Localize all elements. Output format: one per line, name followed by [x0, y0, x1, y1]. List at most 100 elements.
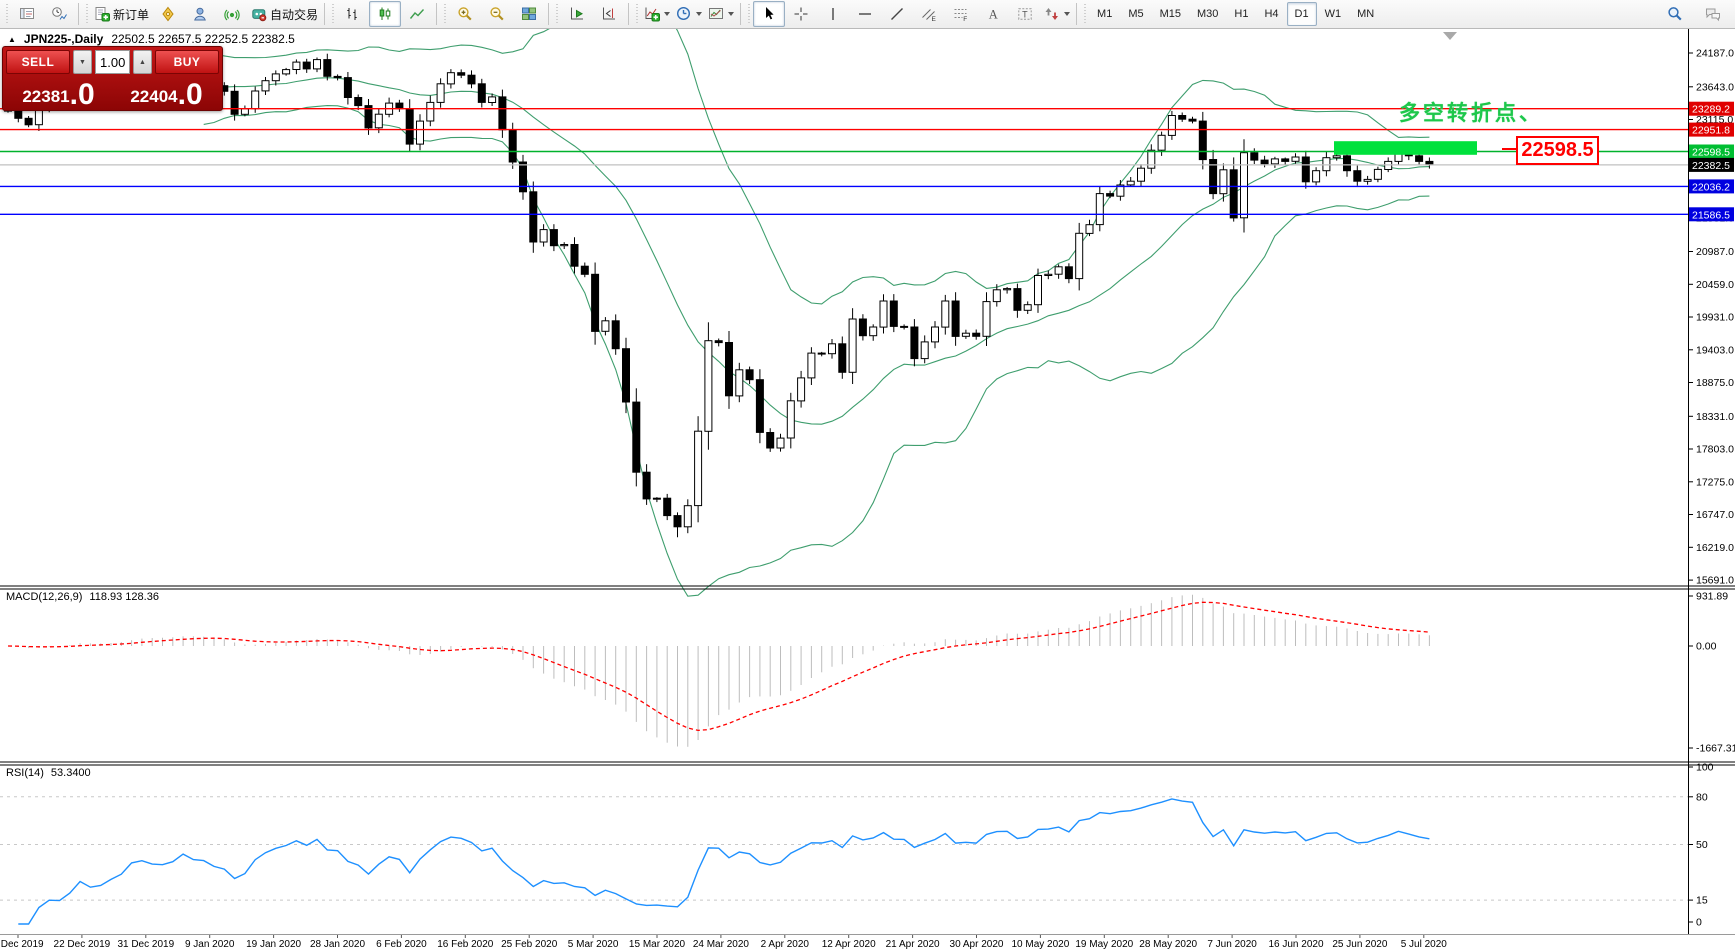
trend-line-button[interactable] — [881, 1, 913, 27]
rsi-pane[interactable] — [0, 797, 1688, 924]
indicators-button[interactable] — [641, 1, 673, 27]
fibonacci-button[interactable]: F — [945, 1, 977, 27]
auto-trading-icon — [251, 6, 267, 22]
toolbar-separator — [436, 3, 437, 25]
cursor-button[interactable] — [753, 1, 785, 27]
svg-text:31 Dec 2019: 31 Dec 2019 — [117, 939, 174, 949]
price-level-box[interactable]: 22598.5 — [1516, 136, 1599, 165]
toolbar-grip — [554, 4, 559, 24]
timeframe-m1-button[interactable]: M1 — [1089, 2, 1120, 26]
macd-pane[interactable] — [8, 595, 1429, 747]
text-label-button[interactable]: T — [1009, 1, 1041, 27]
templates-button[interactable] — [705, 1, 737, 27]
svg-text:20987.0: 20987.0 — [1696, 246, 1734, 258]
auto-scroll-button[interactable] — [561, 1, 593, 27]
market-watch-button[interactable] — [11, 1, 43, 27]
timeframe-m30-button[interactable]: M30 — [1189, 2, 1226, 26]
toolbar-separator — [548, 3, 549, 25]
tile-windows-button[interactable] — [513, 1, 545, 27]
svg-text:E: E — [932, 16, 937, 22]
highlight-rectangle[interactable] — [1334, 141, 1477, 155]
bar-chart-button[interactable] — [337, 1, 369, 27]
macd-indicator-label: MACD(12,26,9) 118.93 128.36 — [6, 591, 159, 603]
compass-button[interactable] — [152, 1, 184, 27]
chart-shift-marker-icon[interactable] — [1443, 32, 1457, 40]
line-chart-button[interactable] — [401, 1, 433, 27]
sell-price-display[interactable]: 22381 .0 — [6, 77, 111, 108]
channel-button[interactable]: E — [913, 1, 945, 27]
price-axis[interactable]: 22587.022059.021531.024187.023643.023115… — [1688, 48, 1735, 929]
volume-input[interactable] — [95, 50, 130, 74]
timeframe-d1-button[interactable]: D1 — [1287, 2, 1317, 26]
buy-price-int: 22404 — [130, 88, 177, 107]
toolbar-separator — [740, 3, 741, 25]
toolbar-grip — [1082, 4, 1087, 24]
terminal-user-button[interactable] — [184, 1, 216, 27]
svg-text:19 Jan 2020: 19 Jan 2020 — [246, 939, 301, 949]
chat-button[interactable] — [1697, 1, 1729, 27]
timeframe-h4-button[interactable]: H4 — [1256, 2, 1286, 26]
svg-text:16 Jun 2020: 16 Jun 2020 — [1268, 939, 1323, 949]
tick-chart-button[interactable] — [43, 1, 75, 27]
signals-button[interactable] — [216, 1, 248, 27]
svg-text:24 Mar 2020: 24 Mar 2020 — [693, 939, 750, 949]
compass-icon — [160, 6, 176, 22]
price-chart[interactable]: 22587.022059.021531.024187.023643.023115… — [0, 0, 1735, 949]
svg-text:15691.0: 15691.0 — [1696, 575, 1734, 587]
vertical-line-button[interactable] — [817, 1, 849, 27]
toolbar-grip — [634, 4, 639, 24]
svg-text:80: 80 — [1696, 791, 1708, 803]
dropdown-caret-icon — [696, 12, 702, 16]
svg-text:23289.2: 23289.2 — [1692, 104, 1730, 116]
buy-price-display[interactable]: 22404 .0 — [114, 77, 219, 108]
sell-button[interactable]: SELL — [6, 50, 70, 74]
periods-button[interactable] — [673, 1, 705, 27]
auto-trading-button[interactable]: 自动交易 — [248, 1, 321, 27]
toolbar-grip — [4, 4, 9, 24]
pivot-point-annotation[interactable]: 多空转折点、 — [1399, 97, 1543, 127]
toolbar-separator — [628, 3, 629, 25]
text-icon: A — [985, 6, 1001, 22]
svg-text:0: 0 — [1696, 917, 1702, 929]
new-order-button[interactable]: 新订单 — [91, 1, 152, 27]
volume-increase-button[interactable]: ▲ — [133, 50, 152, 74]
tile-windows-icon — [521, 6, 537, 22]
collapse-panel-icon[interactable]: ▲ — [8, 35, 16, 44]
svg-text:100: 100 — [1696, 762, 1714, 774]
new-order-label: 新订单 — [113, 6, 149, 23]
bollinger-bands — [204, 0, 1430, 596]
crosshair-button[interactable] — [785, 1, 817, 27]
chart-shift-button[interactable] — [593, 1, 625, 27]
toolbar-right-group — [1659, 1, 1735, 27]
svg-text:18875.0: 18875.0 — [1696, 377, 1734, 389]
candle-chart-button[interactable] — [369, 1, 401, 27]
auto-trading-label: 自动交易 — [270, 6, 318, 23]
volume-decrease-button[interactable]: ▼ — [73, 50, 92, 74]
svg-text:19931.0: 19931.0 — [1696, 312, 1734, 324]
svg-text:22382.5: 22382.5 — [1692, 160, 1730, 172]
timeframe-m5-button[interactable]: M5 — [1120, 2, 1151, 26]
vertical-line-icon — [825, 6, 841, 22]
timeframe-h1-button[interactable]: H1 — [1226, 2, 1256, 26]
search-button[interactable] — [1659, 1, 1691, 27]
svg-text:A: A — [989, 8, 998, 22]
chat-icon — [1705, 6, 1721, 22]
zoom-out-button[interactable] — [481, 1, 513, 27]
timeframe-mn-button[interactable]: MN — [1349, 2, 1382, 26]
svg-text:19403.0: 19403.0 — [1696, 344, 1734, 356]
trend-line-icon — [889, 6, 905, 22]
candlesticks[interactable] — [5, 54, 1433, 538]
svg-text:30 Apr 2020: 30 Apr 2020 — [950, 939, 1004, 949]
svg-text:-1667.31: -1667.31 — [1696, 743, 1735, 755]
arrows-button[interactable] — [1041, 1, 1073, 27]
time-axis[interactable]: 2 Dec 201922 Dec 201931 Dec 20199 Jan 20… — [0, 935, 1447, 949]
zoom-in-button[interactable] — [449, 1, 481, 27]
timeframe-m15-button[interactable]: M15 — [1152, 2, 1189, 26]
svg-text:12 Apr 2020: 12 Apr 2020 — [822, 939, 876, 949]
timeframe-w1-button[interactable]: W1 — [1317, 2, 1350, 26]
buy-button[interactable]: BUY — [155, 50, 219, 74]
svg-text:18331.0: 18331.0 — [1696, 411, 1734, 423]
text-button[interactable]: A — [977, 1, 1009, 27]
svg-text:17803.0: 17803.0 — [1696, 444, 1734, 456]
horizontal-line-button[interactable] — [849, 1, 881, 27]
